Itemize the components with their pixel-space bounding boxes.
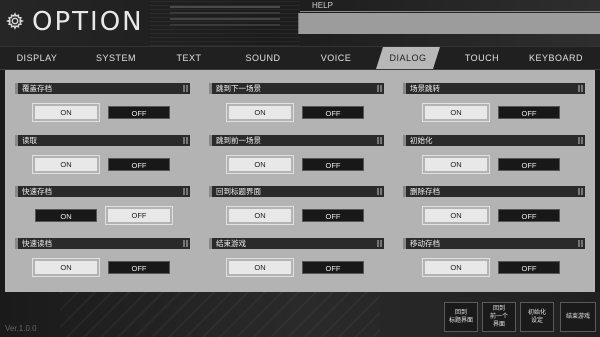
- skip-next-scene-on-button[interactable]: ON: [226, 103, 294, 122]
- load-off-button[interactable]: OFF: [108, 158, 170, 171]
- help-label: HELP: [300, 1, 600, 12]
- version-label: Ver.1.0.0: [5, 324, 37, 333]
- move-save-on-button[interactable]: ON: [422, 258, 490, 277]
- overwrite-save-off-button[interactable]: OFF: [108, 106, 170, 119]
- quick-save-off-button[interactable]: OFF: [105, 206, 173, 225]
- return-title-on-button[interactable]: ON: [226, 206, 294, 225]
- initialize-off-button[interactable]: OFF: [498, 158, 560, 171]
- quick-load-off-button[interactable]: OFF: [108, 261, 170, 274]
- tab-display[interactable]: DISPLAY: [6, 47, 68, 69]
- options-panel: [5, 70, 595, 292]
- option-label-initialize: 初始化: [403, 135, 585, 146]
- tab-system[interactable]: SYSTEM: [84, 47, 148, 69]
- quick-load-on-button[interactable]: ON: [32, 258, 100, 277]
- tab-sound[interactable]: SOUND: [232, 47, 294, 69]
- tab-voice[interactable]: VOICE: [306, 47, 366, 69]
- reset-settings-button[interactable]: 初始化 设定: [520, 302, 554, 332]
- option-label-return-title: 回到标题界面: [209, 186, 384, 197]
- option-label-end-game: 结束游戏: [209, 238, 384, 249]
- footer-decoration: [60, 292, 380, 337]
- skip-next-scene-off-button[interactable]: OFF: [302, 106, 364, 119]
- initialize-on-button[interactable]: ON: [422, 155, 490, 174]
- option-label-skip-prev-scene: 跳到前一场景: [209, 135, 384, 146]
- gear-icon: [6, 12, 24, 30]
- end-game-off-button[interactable]: OFF: [302, 261, 364, 274]
- delete-save-off-button[interactable]: OFF: [498, 209, 560, 222]
- option-label-quick-load: 快速读档: [15, 238, 190, 249]
- header-decoration-lines: [170, 6, 280, 8]
- tab-text[interactable]: TEXT: [160, 47, 218, 69]
- option-label-load: 读取: [15, 135, 190, 146]
- tab-touch[interactable]: TOUCH: [452, 47, 512, 69]
- end-game-on-button[interactable]: ON: [226, 258, 294, 277]
- scene-jump-on-button[interactable]: ON: [422, 103, 490, 122]
- option-label-skip-next-scene: 跳到下一场景: [209, 83, 384, 94]
- option-label-scene-jump: 场景跳转: [403, 83, 585, 94]
- skip-prev-scene-on-button[interactable]: ON: [226, 155, 294, 174]
- tab-bar: DISPLAY SYSTEM TEXT SOUND VOICE DIALOG T…: [0, 46, 600, 70]
- delete-save-on-button[interactable]: ON: [422, 206, 490, 225]
- option-label-move-save: 移动存档: [403, 238, 585, 249]
- tab-dialog[interactable]: DIALOG: [376, 47, 440, 69]
- quit-game-button[interactable]: 结束游戏: [560, 302, 596, 332]
- return-to-title-button[interactable]: 回到 标题界面: [444, 302, 478, 332]
- quick-save-on-button[interactable]: ON: [35, 209, 97, 222]
- tab-keyboard[interactable]: KEYBOARD: [524, 47, 588, 69]
- help-text-box: [298, 13, 600, 34]
- return-title-off-button[interactable]: OFF: [302, 209, 364, 222]
- overwrite-save-on-button[interactable]: ON: [32, 103, 100, 122]
- option-label-quick-save: 快速存档: [15, 186, 190, 197]
- option-label-delete-save: 删除存档: [403, 186, 585, 197]
- load-on-button[interactable]: ON: [32, 155, 100, 174]
- page-title: OPTION: [32, 7, 144, 37]
- scene-jump-off-button[interactable]: OFF: [498, 106, 560, 119]
- option-label-overwrite-save: 覆盖存档: [15, 83, 190, 94]
- return-to-previous-button[interactable]: 回到 前一个 界面: [482, 302, 516, 332]
- skip-prev-scene-off-button[interactable]: OFF: [302, 158, 364, 171]
- move-save-off-button[interactable]: OFF: [498, 261, 560, 274]
